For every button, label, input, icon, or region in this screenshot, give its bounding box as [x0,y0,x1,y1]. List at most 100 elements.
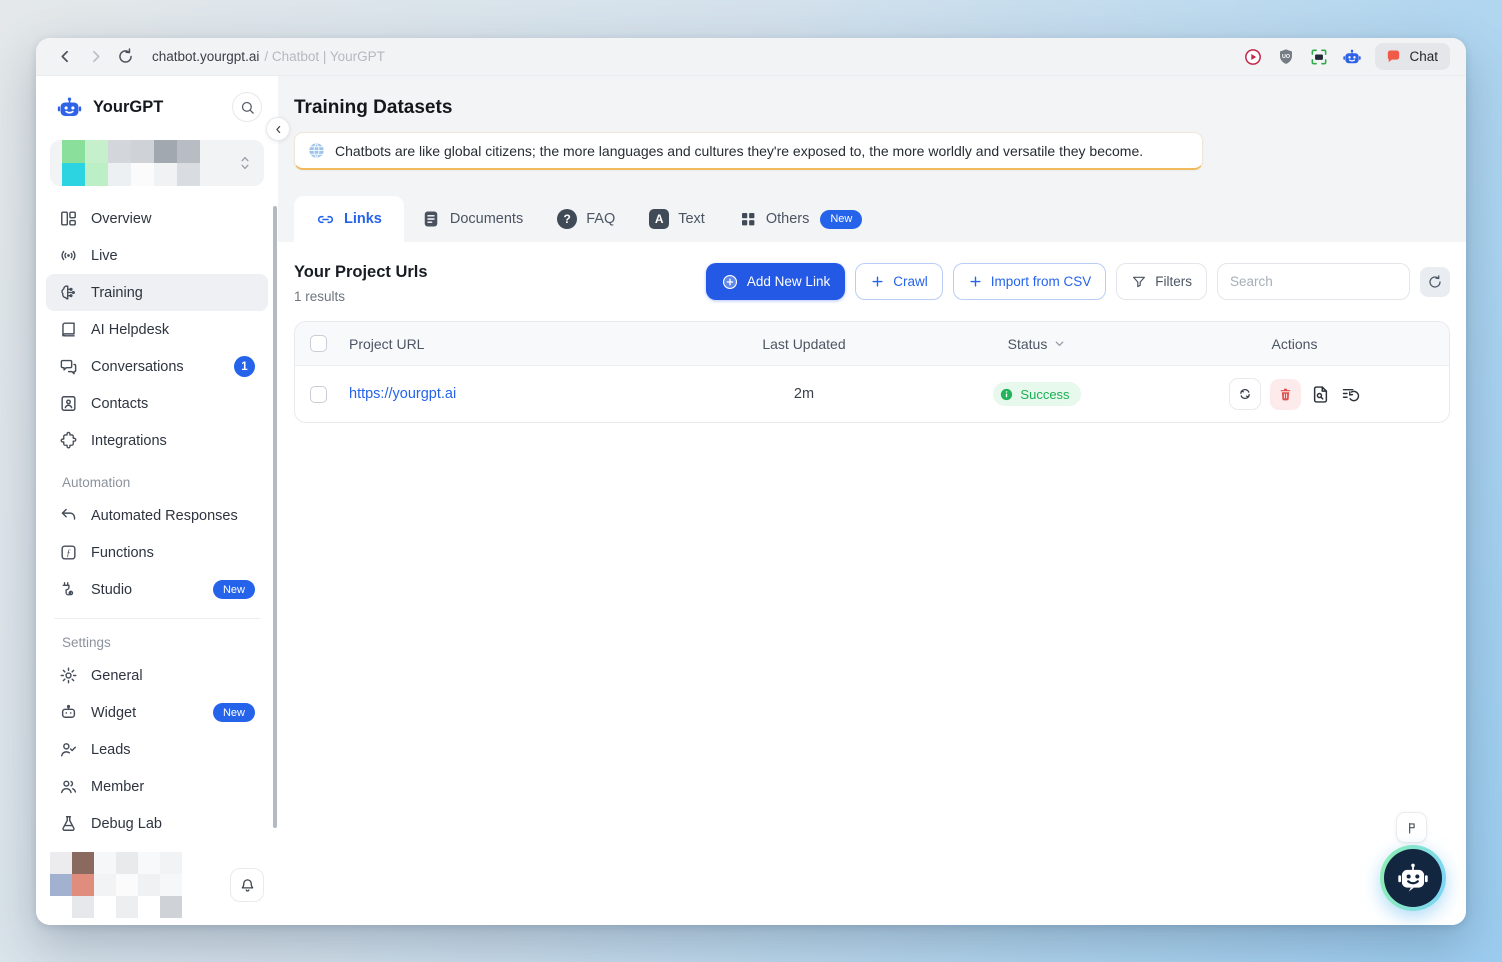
sidebar-item-integrations[interactable]: Integrations [46,422,268,459]
functions-icon: ƒ [59,543,78,562]
quote-text: Chatbots are like global citizens; the m… [335,143,1143,159]
sidebar-item-contacts[interactable]: Contacts [46,385,268,422]
sync-icon [1237,386,1253,402]
others-new-badge: New [820,210,862,229]
sidebar-item-functions[interactable]: ƒ Functions [46,534,268,571]
sidebar-item-label: Live [91,248,118,264]
sidebar-item-label: Widget [91,705,136,721]
sidebar-item-ai-helpdesk[interactable]: AI Helpdesk [46,311,268,348]
tab-links[interactable]: Links [294,196,404,242]
filters-button[interactable]: Filters [1116,263,1207,300]
forward-button[interactable] [82,44,108,70]
chat-widget-launcher[interactable] [1380,845,1446,911]
retrain-history-button[interactable] [1340,384,1361,405]
retrain-history-icon [1340,384,1361,405]
play-circle-icon[interactable] [1243,47,1263,67]
select-all-checkbox[interactable] [310,335,327,352]
crawl-label: Crawl [893,274,928,289]
filter-funnel-icon [1131,274,1147,290]
chat-extension-button[interactable]: Chat [1375,43,1450,70]
sidebar-item-label: AI Helpdesk [91,322,169,338]
reload-button[interactable] [112,44,138,70]
browser-toolbar: chatbot.yourgpt.ai / Chatbot | YourGPT U… [36,38,1466,76]
tab-others[interactable]: Others New [722,196,880,242]
row-checkbox[interactable] [310,386,327,403]
sidebar-item-debug-lab[interactable]: Debug Lab [46,805,268,842]
automation-section-label: Automation [46,459,268,497]
main-content: Training Datasets Chatbots are like glob… [278,76,1466,925]
import-from-csv-label: Import from CSV [991,274,1092,289]
tab-label: Others [766,211,810,227]
tab-faq[interactable]: ? FAQ [540,196,632,242]
dataset-tabs: Links Documents ? FAQ A Text Others [278,196,1466,242]
tab-documents[interactable]: Documents [404,196,540,242]
back-button[interactable] [52,44,78,70]
training-icon [59,283,78,302]
sidebar-item-label: Leads [91,742,131,758]
add-new-link-button[interactable]: Add New Link [706,263,845,300]
sidebar-item-label: Conversations [91,359,184,375]
column-header-status[interactable]: Status [934,336,1140,352]
filters-label: Filters [1155,274,1192,289]
gear-icon [59,666,78,685]
screen-capture-icon[interactable] [1309,47,1329,67]
sync-link-button[interactable] [1229,378,1261,410]
sidebar-item-leads[interactable]: Leads [46,731,268,768]
sidebar-item-conversations[interactable]: Conversations 1 [46,348,268,385]
user-account-row[interactable] [36,842,278,925]
settings-section-label: Settings [46,619,268,657]
address-bar[interactable]: chatbot.yourgpt.ai / Chatbot | YourGPT [152,49,385,64]
status-label: Success [1020,387,1069,402]
sidebar-item-live[interactable]: Live [46,237,268,274]
user-name-redacted [50,852,182,918]
sidebar-item-label: Member [91,779,144,795]
sidebar-item-automated-responses[interactable]: Automated Responses [46,497,268,534]
studio-new-badge: New [213,580,255,599]
notifications-button[interactable] [230,868,264,902]
sidebar-search-button[interactable] [232,92,262,122]
delete-link-button[interactable] [1270,379,1301,410]
documents-icon [421,209,441,229]
conversations-icon [59,357,78,376]
sidebar-item-studio[interactable]: Studio New [46,571,268,608]
refresh-list-button[interactable] [1420,267,1450,297]
live-icon [59,246,78,265]
sidebar-item-overview[interactable]: Overview [46,200,268,237]
refresh-icon [1427,274,1443,290]
sidebar-scrollbar[interactable] [273,206,277,828]
column-header-actions: Actions [1140,336,1449,352]
trash-icon [1278,387,1293,402]
leads-icon [59,740,78,759]
workspace-selector[interactable] [50,140,264,186]
svg-text:UO: UO [1282,54,1290,60]
contacts-icon [59,394,78,413]
table-row: https://yourgpt.ai 2m Success [295,366,1449,422]
widget-new-badge: New [213,703,255,722]
url-page-title: / Chatbot | YourGPT [264,49,385,64]
section-title: Your Project Urls [294,263,428,282]
search-icon [240,100,255,115]
browser-window: chatbot.yourgpt.ai / Chatbot | YourGPT U… [36,38,1466,925]
chevron-down-icon [1053,337,1066,350]
links-panel: Your Project Urls 1 results Add New Link… [278,242,1466,925]
project-urls-table: Project URL Last Updated Status Actions … [294,321,1450,423]
feedback-flag-button[interactable] [1396,812,1427,843]
sidebar-item-label: General [91,668,143,684]
links-icon [316,210,335,229]
search-input[interactable] [1217,263,1410,300]
tab-text[interactable]: A Text [632,196,722,242]
add-new-link-label: Add New Link [747,274,830,289]
sidebar-item-general[interactable]: General [46,657,268,694]
crawl-button[interactable]: Crawl [855,263,943,300]
ublock-shield-icon[interactable]: UO [1276,47,1296,67]
sidebar-item-widget[interactable]: Widget New [46,694,268,731]
inspect-pages-button[interactable] [1310,384,1331,405]
column-header-project-url: Project URL [341,336,674,352]
sidebar-item-training[interactable]: Training [46,274,268,311]
project-url-link[interactable]: https://yourgpt.ai [341,386,456,402]
sidebar-item-label: Studio [91,582,132,598]
sidebar-item-member[interactable]: Member [46,768,268,805]
import-from-csv-button[interactable]: Import from CSV [953,263,1107,300]
yourgpt-extension-robot-icon[interactable] [1342,47,1362,67]
sidebar-collapse-button[interactable] [266,117,290,141]
